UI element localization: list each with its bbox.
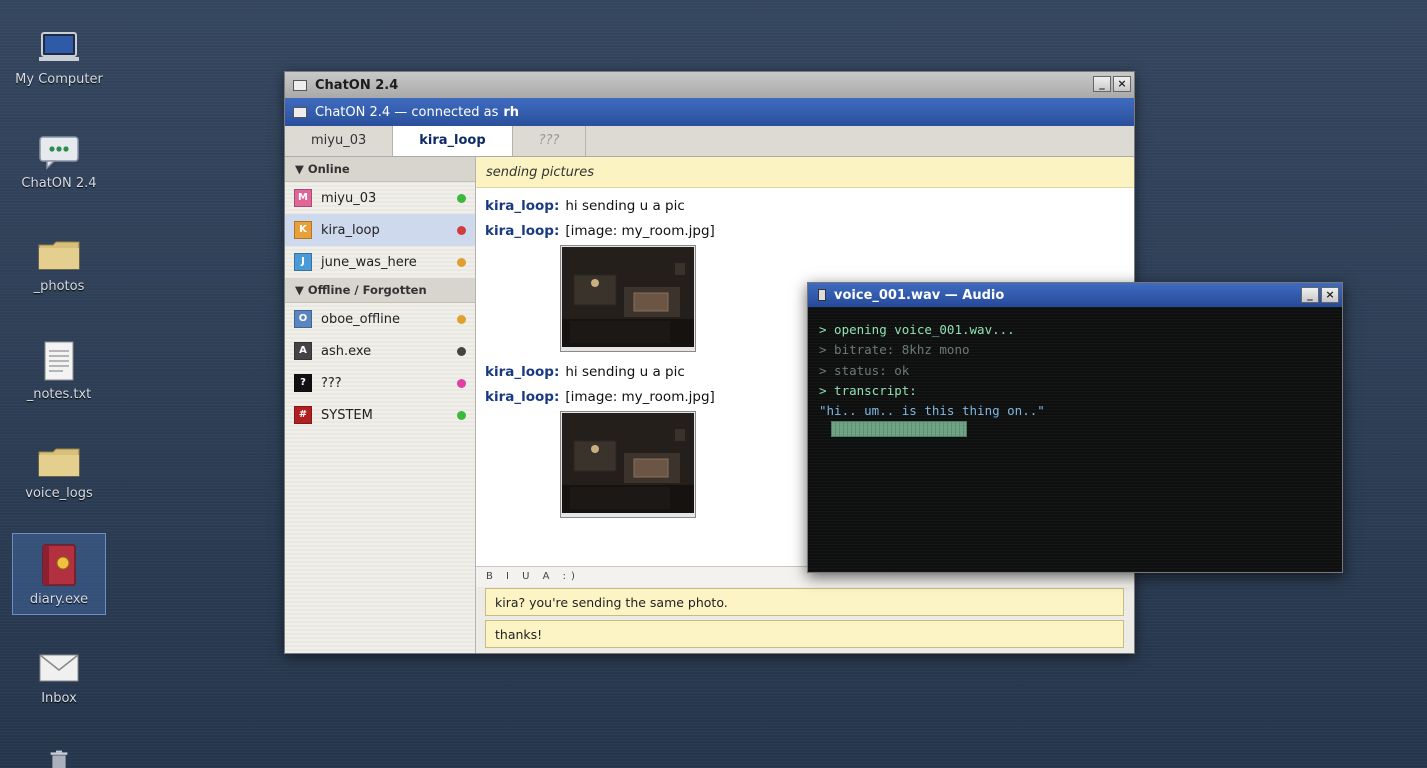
chat-icon: [39, 136, 79, 170]
tab-unknown[interactable]: ???: [513, 126, 587, 156]
desktop-icon-my-computer[interactable]: My Computer: [12, 22, 106, 104]
close-button[interactable]: ×: [1321, 287, 1339, 303]
computer-icon: [39, 32, 79, 61]
audio-window: voice_001.wav — Audio _ × > opening voic…: [807, 282, 1343, 573]
chat-message: kira_loop: hi sending u a pic: [485, 364, 685, 380]
contact-kira-loop[interactable]: Kkira_loop: [285, 214, 475, 246]
contact-system[interactable]: # SYSTEM: [285, 399, 475, 431]
app-icon: [293, 106, 307, 118]
contact-sidebar: ▼ Online Mmiyu_03 Kkira_loop Jjune_was_her…: [285, 157, 476, 653]
avatar: #: [294, 406, 312, 424]
chat-message: kira_loop: [image: my_room.jpg]: [485, 389, 715, 405]
terminal-line: > bitrate: 8khz mono: [819, 342, 970, 358]
desktop-icon-chaton[interactable]: ChatON 2.4: [12, 126, 106, 208]
contact-name: oboe_offline: [321, 311, 401, 327]
desktop-icon-inbox[interactable]: Inbox: [12, 643, 106, 725]
terminal-line: > transcript:: [819, 382, 917, 398]
avatar: J: [294, 253, 312, 271]
status-dot-icon: [457, 226, 466, 235]
contact-name: kira_loop: [321, 222, 380, 238]
avatar: A: [294, 342, 312, 360]
desktop-icon-label: _notes.txt: [26, 387, 92, 402]
room-photo: [562, 413, 694, 513]
message-draft[interactable]: kira? you're sending the same photo.: [485, 588, 1124, 616]
contact-name: SYSTEM: [321, 407, 373, 423]
desktop-icon-label: voice_logs: [25, 486, 93, 501]
audio-file-icon: [818, 289, 826, 301]
minimize-button[interactable]: _: [1093, 76, 1111, 92]
tab-kira-loop[interactable]: kira_loop: [393, 126, 513, 156]
contact-name: june_was_here: [321, 254, 417, 270]
chat-message: kira_loop: hi sending u a pic: [485, 198, 685, 214]
desktop-icon-label: _photos: [33, 279, 85, 294]
connection-header-prefix: ChatON 2.4 — connected as: [315, 104, 499, 120]
contact-june-was-here[interactable]: Jjune_was_here: [285, 246, 475, 278]
message-nick[interactable]: kira_loop:: [485, 198, 559, 214]
tab-miyu-03[interactable]: miyu_03: [285, 126, 394, 156]
desktop-icon-diary[interactable]: diary.exe: [12, 533, 106, 615]
document-icon: [44, 341, 74, 381]
room-photo: [562, 247, 694, 347]
diary-icon: [42, 544, 76, 586]
status-dot-icon: [457, 258, 466, 267]
desktop-icon-label: Inbox: [41, 691, 77, 706]
folder-icon: [38, 448, 80, 477]
status-dot-icon: [457, 315, 466, 324]
connection-header: ChatON 2.4 — connected as rh: [285, 98, 1134, 126]
group-header-offline[interactable]: ▼ Offline / Forgotten: [285, 278, 475, 303]
desktop-icon-label: My Computer: [15, 72, 103, 87]
status-dot-icon: [457, 194, 466, 203]
desktop-icon-label: diary.exe: [29, 592, 89, 607]
minimize-button[interactable]: _: [1301, 287, 1319, 303]
terminal-line: "hi.. um.. is this thing on..": [819, 403, 1045, 419]
contact-oboe-offline[interactable]: Ooboe_offline: [285, 303, 475, 335]
contact-ash-exe[interactable]: Aash.exe: [285, 335, 475, 367]
close-button[interactable]: ×: [1113, 76, 1131, 92]
avatar: M: [294, 189, 312, 207]
mail-icon: [39, 654, 79, 682]
connection-header-user: rh: [503, 104, 520, 120]
desktop-icon-voice-logs[interactable]: voice_logs: [12, 436, 106, 518]
app-icon: [293, 79, 307, 91]
desktop-icon-photos[interactable]: _photos: [12, 229, 106, 311]
message-nick[interactable]: kira_loop:: [485, 364, 559, 380]
playback-progress[interactable]: [831, 421, 967, 437]
message-input[interactable]: thanks!: [485, 620, 1124, 648]
message-text: hi sending u a pic: [565, 364, 685, 380]
status-dot-icon: [457, 379, 466, 388]
contact-name: miyu_03: [321, 190, 377, 206]
avatar: O: [294, 310, 312, 328]
desktop-icon-label: ChatON 2.4: [21, 176, 97, 191]
contact-unknown[interactable]: ????: [285, 367, 475, 399]
contact-name: ???: [321, 375, 342, 391]
contact-name: ash.exe: [321, 343, 372, 359]
image-thumbnail[interactable]: [560, 411, 696, 518]
message-text: [image: my_room.jpg]: [565, 223, 715, 239]
message-nick[interactable]: kira_loop:: [485, 389, 559, 405]
playback-progress-fill: [832, 422, 966, 436]
message-nick[interactable]: kira_loop:: [485, 223, 559, 239]
audio-window-titlebar[interactable]: voice_001.wav — Audio _ ×: [808, 283, 1342, 307]
chat-topic: sending pictures: [476, 157, 1134, 188]
avatar: ?: [294, 374, 312, 392]
status-dot-icon: [457, 411, 466, 420]
chat-message: kira_loop: [image: my_room.jpg]: [485, 223, 715, 239]
message-text: [image: my_room.jpg]: [565, 389, 715, 405]
terminal-line: > status: ok: [819, 362, 910, 378]
message-text: hi sending u a pic: [565, 198, 685, 214]
terminal-line: > opening voice_001.wav...: [819, 322, 1015, 337]
desktop-icon-notes[interactable]: _notes.txt: [12, 333, 106, 415]
group-header-online[interactable]: ▼ Online: [285, 157, 475, 182]
folder-icon: [38, 241, 80, 270]
chat-tabs: miyu_03 kira_loop ???: [285, 126, 1134, 157]
audio-window-title: voice_001.wav — Audio: [834, 287, 1005, 303]
avatar: K: [294, 221, 312, 239]
chat-window-titlebar[interactable]: ChatON 2.4 _ ×: [285, 72, 1134, 98]
chat-window-title: ChatON 2.4: [315, 77, 399, 93]
status-dot-icon: [457, 347, 466, 356]
desktop-icon-trash[interactable]: [12, 742, 106, 768]
image-thumbnail[interactable]: [560, 245, 696, 352]
contact-miyu-03[interactable]: Mmiyu_03: [285, 182, 475, 214]
trash-icon: [50, 750, 68, 768]
